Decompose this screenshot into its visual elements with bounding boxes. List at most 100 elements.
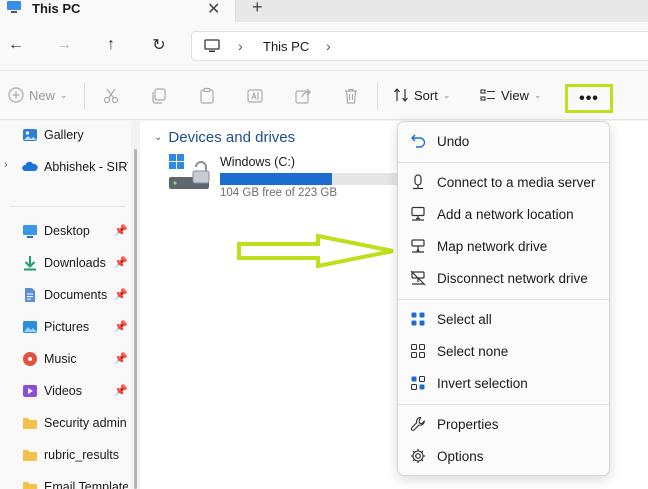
sidebar-item-downloads[interactable]: Downloads 📌 [0,252,131,274]
scrollbar-thumb[interactable] [134,149,137,489]
forward-button[interactable]: → [54,35,74,55]
sidebar-scrollbar[interactable] [131,121,140,489]
sidebar-item-folder[interactable]: rubric_results [0,444,131,466]
see-more-menu: Undo Connect to a media server Add a net… [397,121,610,476]
pictures-icon [23,321,37,333]
media-server-icon [413,174,423,190]
new-label: New [29,87,56,103]
tab-bar: This PC ✕ + [0,0,648,22]
divider [377,83,378,109]
new-tab-button[interactable]: + [252,0,263,18]
close-tab-button[interactable]: ✕ [207,0,220,19]
wrench-icon [410,416,425,431]
command-bar: New ⌄ Sort ⌄ View ⌄ ••• [0,70,648,120]
chevron-down-icon: ⌄ [442,89,451,100]
divider [84,83,85,109]
menu-item-disconnect-network-drive[interactable]: Disconnect network drive [402,263,605,293]
menu-divider [398,299,609,300]
sort-icon [394,88,408,102]
up-button[interactable]: ↑ [101,35,121,55]
sidebar-divider [10,206,125,207]
sidebar-item-gallery[interactable]: Gallery [0,124,131,146]
plus-circle-icon [8,87,24,103]
gallery-icon [23,129,37,141]
chevron-down-icon: ⌄ [60,89,68,100]
invert-selection-icon [410,375,426,391]
breadcrumb-separator: › [326,38,331,54]
chevron-down-icon: ⌄ [154,132,163,143]
drive-name: Windows (C:) [220,155,296,169]
view-label: View [501,87,529,103]
select-none-icon [410,343,426,359]
menu-item-select-none[interactable]: Select none [402,336,605,366]
disconnect-network-drive-icon [410,270,426,286]
pin-icon: 📌 [114,289,128,301]
monitor-icon [204,39,220,52]
paste-icon[interactable] [198,87,216,105]
desktop-icon [23,225,37,238]
new-button[interactable]: New ⌄ [8,87,68,103]
pin-icon: 📌 [114,225,128,237]
downloads-icon [24,256,36,271]
menu-item-connect-media-server[interactable]: Connect to a media server [402,167,605,197]
select-all-icon [411,312,425,326]
pin-icon: 📌 [114,385,128,397]
chevron-right-icon[interactable]: › [4,159,8,171]
sidebar-item-folder[interactable]: Security admin t [0,412,131,434]
refresh-button[interactable]: ↻ [149,35,169,55]
sidebar-item-onedrive[interactable]: › Abhishek - SIRVA [0,156,131,178]
back-button[interactable]: ← [6,35,26,55]
onedrive-icon [22,161,38,171]
documents-icon [25,288,35,302]
menu-item-undo[interactable]: Undo [402,126,605,156]
menu-item-select-all[interactable]: Select all [402,304,605,334]
sidebar-item-music[interactable]: Music 📌 [0,348,131,370]
view-button[interactable]: View ⌄ [480,87,542,103]
navigation-pane: Gallery › Abhishek - SIRVA Desktop 📌 Dow… [0,121,131,489]
group-header-devices[interactable]: ⌄ Devices and drives [154,129,295,146]
drive-free-space: 104 GB free of 223 GB [220,187,337,199]
folder-icon [23,482,37,489]
sort-button[interactable]: Sort ⌄ [393,87,450,103]
music-icon [23,352,37,366]
annotation-arrow-icon [237,233,394,269]
pin-icon: 📌 [114,321,128,333]
menu-item-properties[interactable]: Properties [402,409,605,439]
menu-divider [398,404,609,405]
copy-icon[interactable] [150,87,168,105]
drive-usage-fill [220,173,333,185]
menu-item-add-network-location[interactable]: Add a network location [402,199,605,229]
delete-icon[interactable] [342,87,360,105]
cut-icon[interactable] [102,87,120,105]
menu-item-options[interactable]: Options [402,441,605,471]
undo-icon [411,134,426,148]
pin-icon: 📌 [114,257,128,269]
folder-icon [23,418,37,429]
gear-icon [411,449,425,463]
group-title: Devices and drives [168,129,296,146]
sidebar-item-videos[interactable]: Videos 📌 [0,380,131,402]
map-network-drive-icon [411,239,425,253]
menu-item-invert-selection[interactable]: Invert selection [402,368,605,398]
share-icon[interactable] [294,87,312,105]
address-field[interactable]: › This PC › [191,31,648,61]
see-more-button[interactable]: ••• [565,84,613,113]
sidebar-item-documents[interactable]: Documents 📌 [0,284,131,306]
menu-item-map-network-drive[interactable]: Map network drive [402,231,605,261]
drive-tile-c[interactable]: Windows (C:) 104 GB free of 223 GB [168,153,430,203]
sidebar-item-pictures[interactable]: Pictures 📌 [0,316,131,338]
windows-drive-icon [169,154,210,189]
tab-this-pc[interactable]: This PC ✕ [0,0,236,22]
rename-icon[interactable] [246,87,264,105]
breadcrumb-this-pc[interactable]: This PC [263,39,309,54]
tab-title: This PC [32,1,81,16]
address-bar-row: ← → ↑ ↻ › This PC › [0,22,648,70]
network-location-icon [411,206,425,221]
sidebar-item-desktop[interactable]: Desktop 📌 [0,220,131,242]
pin-icon: 📌 [114,353,128,365]
chevron-down-icon: ⌄ [533,89,542,100]
folder-icon [23,450,37,461]
sidebar-item-folder[interactable]: Email Templates [0,476,131,489]
sort-label: Sort [414,87,438,103]
videos-icon [23,385,37,397]
